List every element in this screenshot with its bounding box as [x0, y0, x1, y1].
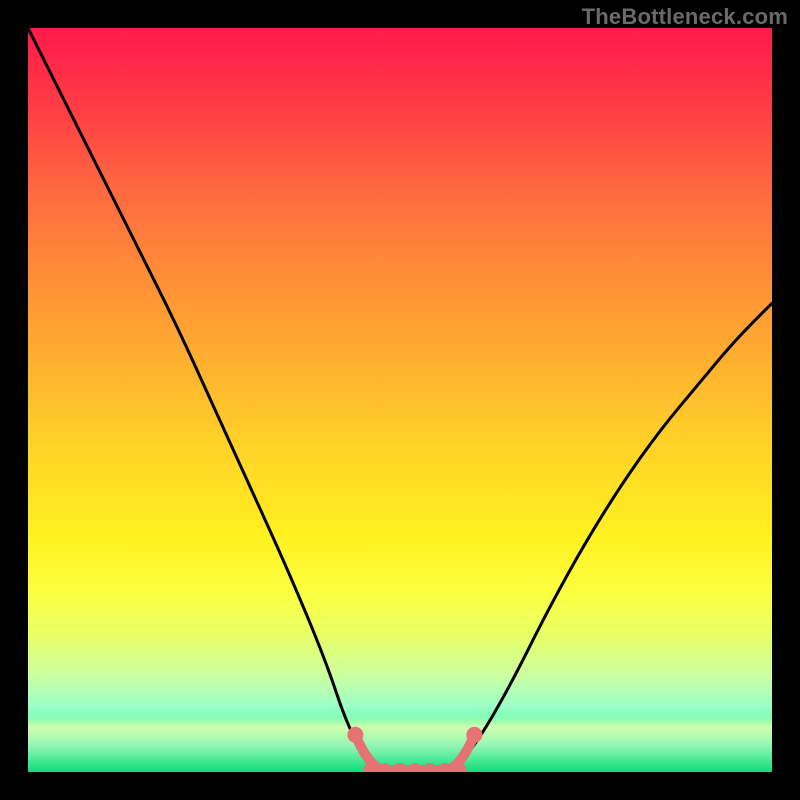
optimal-dot — [408, 763, 422, 772]
watermark-text: TheBottleneck.com — [582, 4, 788, 30]
bottleneck-curve-path — [28, 28, 772, 772]
optimal-dot — [423, 763, 437, 772]
plot-area — [28, 28, 772, 772]
chart-frame: TheBottleneck.com — [0, 0, 800, 800]
optimal-dot — [393, 763, 407, 772]
optimal-end-dot — [466, 727, 482, 743]
optimal-end-dot — [347, 727, 363, 743]
bottleneck-curve-svg — [28, 28, 772, 772]
